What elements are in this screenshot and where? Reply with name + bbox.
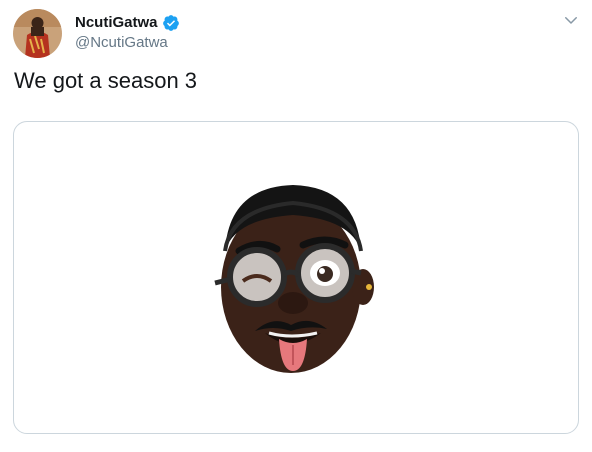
avatar-image — [13, 9, 62, 58]
tweet: NcutiGatwa @NcutiGatwa We got a season 3 — [0, 0, 592, 452]
verified-badge-icon — [162, 15, 179, 31]
chevron-down-icon[interactable] — [562, 11, 580, 29]
author-name-row[interactable]: NcutiGatwa — [75, 13, 180, 33]
display-name[interactable]: NcutiGatwa — [75, 13, 158, 33]
tweet-text: We got a season 3 — [14, 68, 198, 93]
avatar[interactable] — [13, 9, 62, 58]
author-handle[interactable]: @NcutiGatwa — [75, 33, 168, 53]
media-card[interactable] — [13, 121, 579, 434]
memoji-image — [214, 185, 374, 373]
